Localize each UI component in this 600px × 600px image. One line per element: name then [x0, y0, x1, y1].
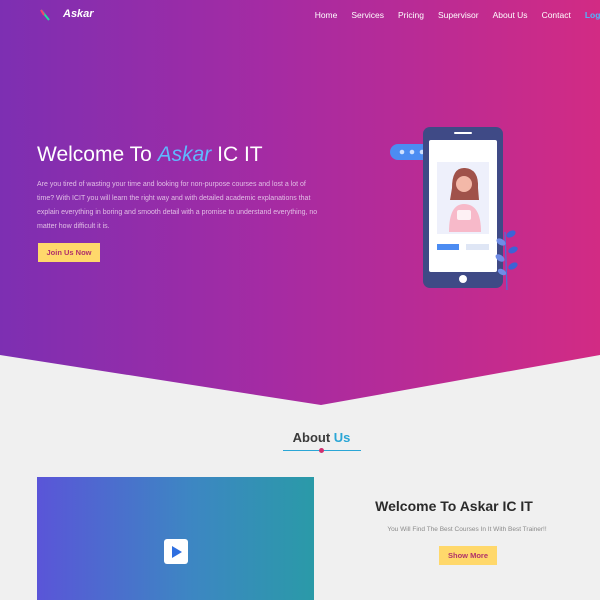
hero-title-prefix: Welcome To [37, 143, 158, 166]
logo-icon[interactable] [40, 9, 50, 21]
welcome-title: Welcome To Askar IC IT [375, 498, 533, 514]
hero-title-suffix: IC IT [211, 143, 263, 166]
brand-name[interactable]: Askar [63, 8, 94, 20]
nav-pricing[interactable]: Pricing [398, 10, 424, 20]
play-icon [171, 545, 182, 558]
about-title-prefix: About [292, 430, 334, 445]
welcome-subtitle: You Will Find The Best Courses In It Wit… [387, 526, 547, 533]
nav-login[interactable]: Login [585, 10, 600, 20]
nav-supervisor[interactable]: Supervisor [438, 10, 479, 20]
nav-menu: Home Services Pricing Supervisor About U… [301, 10, 600, 20]
nav-about[interactable]: About Us [493, 10, 528, 20]
nav-services[interactable]: Services [351, 10, 384, 20]
about-title: About Us [0, 430, 600, 445]
about-title-highlight: Us [333, 430, 351, 445]
nav-home[interactable]: Home [315, 10, 338, 20]
hero-description: Are you tired of wasting your time and l… [37, 181, 318, 230]
phone-illustration-icon [390, 127, 518, 291]
play-button[interactable] [164, 539, 188, 564]
show-more-button[interactable]: Show More [439, 546, 497, 565]
nav-contact[interactable]: Contact [542, 10, 571, 20]
hero-title-highlight: Askar [157, 143, 212, 166]
hero-title: Welcome To Askar IC IT [37, 143, 263, 167]
navbar: Askar Home Services Pricing Supervisor A… [0, 0, 600, 30]
title-underline-dot [319, 448, 324, 453]
join-us-button[interactable]: Join Us Now [38, 243, 100, 262]
